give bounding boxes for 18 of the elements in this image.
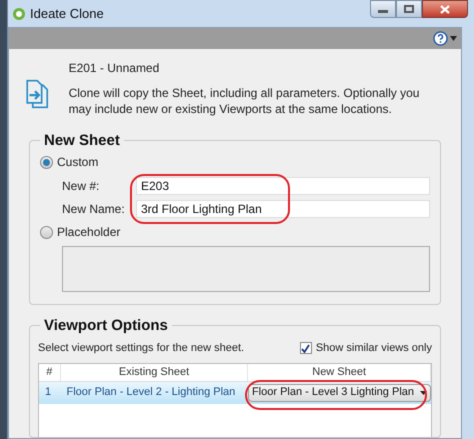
checkbox-label: Show similar views only bbox=[316, 341, 432, 356]
instruction-text: Select viewport settings for the new sheet. bbox=[38, 341, 244, 356]
sheet-name: E201 - Unnamed bbox=[68, 60, 160, 77]
input-field[interactable]: 3rd Floor Lighting Plan bbox=[136, 200, 430, 218]
column-header: Existing Sheet bbox=[60, 364, 248, 380]
column-header: # bbox=[39, 364, 61, 380]
radio-label: Placeholder bbox=[57, 224, 120, 241]
column-header: New Sheet bbox=[248, 364, 431, 380]
field-label: New #: bbox=[61, 178, 100, 195]
field-label: New Name: bbox=[61, 201, 126, 218]
radio-label: Custom bbox=[57, 154, 98, 171]
table-cell-text: Floor Plan - Level 2 - Lighting Plan bbox=[66, 385, 236, 400]
description-text: Clone will copy the Sheet, including all parameters. Optionally you may include new or existing Viewports at the same locations. bbox=[68, 85, 420, 117]
table-cell-text: 1 bbox=[44, 385, 52, 400]
dropdown[interactable]: Floor Plan - Level 3 Lighting Plan bbox=[248, 384, 431, 402]
window-title: Ideate Clone bbox=[30, 4, 104, 23]
table-row[interactable]: 1 Floor Plan - Level 2 - Lighting Plan Floor Plan - Level 3 Lighting Plan bbox=[39, 382, 431, 404]
input-field[interactable]: E203 bbox=[136, 177, 430, 195]
